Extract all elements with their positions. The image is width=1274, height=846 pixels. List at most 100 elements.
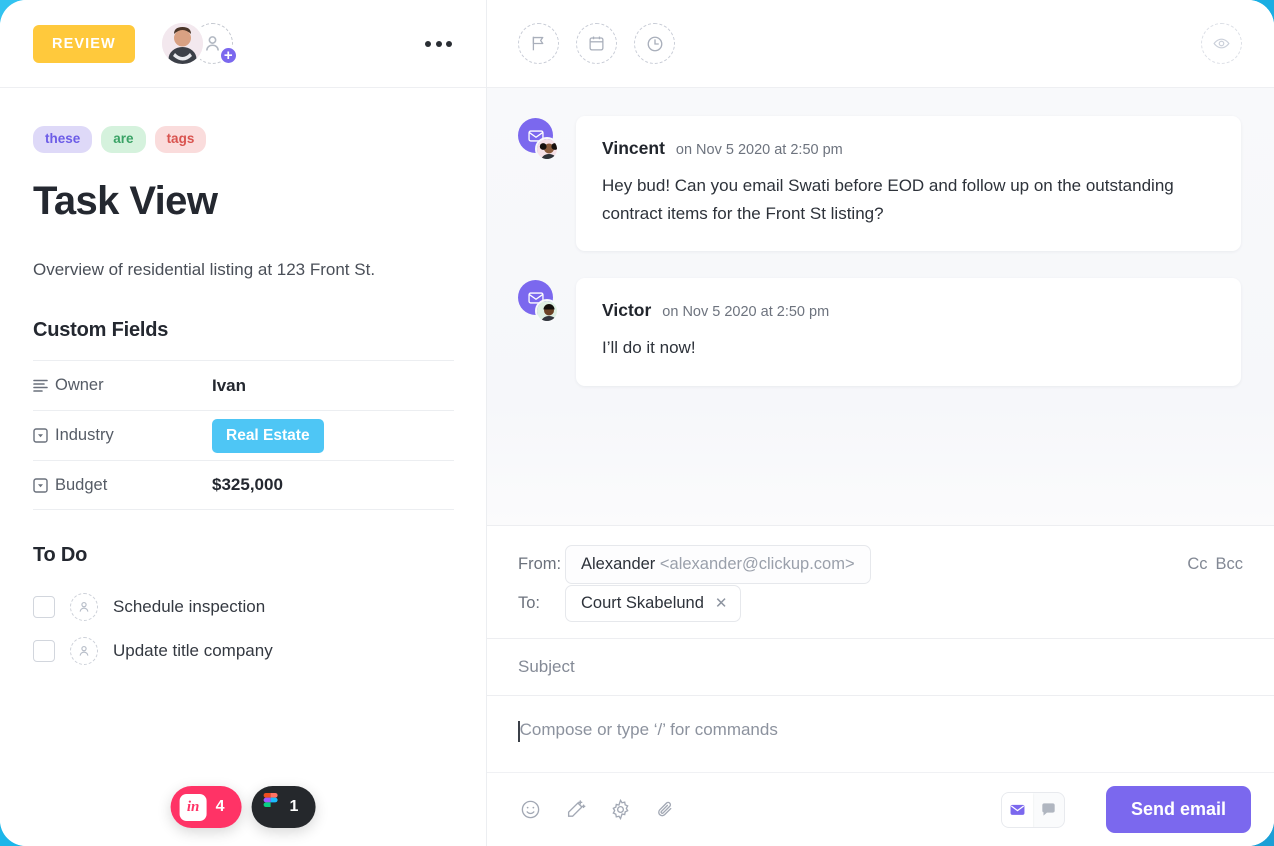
custom-field-row-owner[interactable]: Owner Ivan bbox=[33, 360, 454, 410]
composer-toolbar: Send email bbox=[487, 772, 1274, 846]
comment-author: Vincent bbox=[602, 138, 665, 158]
emoji-icon[interactable] bbox=[518, 798, 542, 822]
dropdown-icon bbox=[33, 478, 55, 493]
compose-mode-toggle[interactable] bbox=[1000, 791, 1065, 828]
address-block: From: Alexander <alexander@clickup.com> … bbox=[487, 526, 1274, 638]
subject-input[interactable] bbox=[518, 657, 1243, 677]
app-window: REVIEW + these are tags Task View Overvi… bbox=[0, 0, 1274, 846]
status-button[interactable]: REVIEW bbox=[33, 24, 135, 63]
commenter-avatar bbox=[535, 299, 559, 324]
assignee-group: + bbox=[161, 23, 238, 65]
dot bbox=[435, 40, 442, 47]
todo-section: To Do Schedule inspection Update title c… bbox=[33, 544, 453, 673]
from-label: From: bbox=[518, 555, 562, 573]
comment-item: Victor on Nov 5 2020 at 2:50 pm I’ll do … bbox=[518, 278, 1241, 386]
custom-field-value[interactable]: $325,000 bbox=[212, 475, 283, 495]
invision-logo-icon: in bbox=[179, 793, 207, 821]
todo-assignee-icon[interactable] bbox=[70, 637, 98, 666]
activity-toolbar bbox=[487, 0, 1274, 88]
task-body: these are tags Task View Overview of res… bbox=[0, 88, 486, 673]
subject-row[interactable] bbox=[487, 638, 1274, 696]
avatar[interactable] bbox=[161, 23, 203, 64]
todo-assignee-icon[interactable] bbox=[70, 593, 98, 622]
custom-field-value[interactable]: Ivan bbox=[212, 376, 246, 396]
list-item[interactable]: Update title company bbox=[33, 629, 453, 673]
floating-integration-badges: in 4 1 bbox=[170, 786, 316, 828]
custom-fields-table: Owner Ivan Industry Real Estate Budget $… bbox=[33, 360, 454, 511]
from-field[interactable]: Alexander <alexander@clickup.com> bbox=[565, 545, 871, 584]
to-row[interactable]: To: Court Skabelund ✕ bbox=[518, 584, 1243, 622]
custom-field-label: Owner bbox=[55, 376, 104, 395]
todo-heading: To Do bbox=[33, 544, 88, 567]
task-header: REVIEW + bbox=[0, 0, 486, 88]
add-icon: + bbox=[218, 46, 238, 65]
bcc-label[interactable]: Bcc bbox=[1215, 555, 1243, 574]
list-item[interactable]: Schedule inspection bbox=[33, 585, 453, 629]
task-description[interactable]: Overview of residential listing at 123 F… bbox=[33, 254, 381, 285]
body-row[interactable]: Compose or type ‘/’ for commands bbox=[487, 696, 1274, 772]
custom-field-value-chip[interactable]: Real Estate bbox=[212, 418, 324, 453]
custom-field-row-industry[interactable]: Industry Real Estate bbox=[33, 410, 454, 460]
from-email: <alexander@clickup.com> bbox=[659, 555, 855, 573]
task-detail-panel: REVIEW + these are tags Task View Overvi… bbox=[0, 0, 487, 846]
page-title: Task View bbox=[33, 178, 218, 223]
comment-author: Victor bbox=[602, 300, 652, 321]
invision-count: 4 bbox=[215, 798, 225, 815]
body-placeholder: Compose or type ‘/’ for commands bbox=[519, 720, 778, 739]
dot bbox=[446, 40, 452, 47]
from-row: From: Alexander <alexander@clickup.com> … bbox=[518, 545, 1243, 584]
tag-item[interactable]: tags bbox=[154, 126, 207, 153]
todo-label: Schedule inspection bbox=[113, 597, 266, 617]
email-composer: From: Alexander <alexander@clickup.com> … bbox=[487, 525, 1274, 846]
remove-recipient-icon[interactable]: ✕ bbox=[715, 594, 728, 612]
activity-panel: Vincent on Nov 5 2020 at 2:50 pm Hey bud… bbox=[487, 0, 1274, 846]
custom-field-label: Budget bbox=[55, 475, 108, 494]
todo-checkbox[interactable] bbox=[33, 596, 55, 619]
avatar-image bbox=[161, 23, 203, 64]
figma-count: 1 bbox=[289, 798, 299, 815]
comment-text: I’ll do it now! bbox=[602, 338, 696, 358]
from-name: Alexander bbox=[581, 555, 656, 573]
flag-icon[interactable] bbox=[518, 23, 559, 64]
comment-item: Vincent on Nov 5 2020 at 2:50 pm Hey bud… bbox=[518, 116, 1241, 252]
comment-text: Hey bud! Can you email Swati before EOD … bbox=[602, 176, 1174, 223]
tag-item[interactable]: are bbox=[101, 126, 146, 153]
commenter-avatar bbox=[535, 137, 559, 161]
custom-field-label: Industry bbox=[55, 426, 114, 445]
gear-icon[interactable] bbox=[608, 798, 632, 822]
custom-fields-heading: Custom Fields bbox=[33, 319, 169, 342]
paperclip-icon[interactable] bbox=[653, 798, 677, 822]
dropdown-icon bbox=[33, 428, 55, 444]
figma-logo-icon bbox=[261, 793, 281, 821]
dot bbox=[425, 40, 431, 47]
custom-field-row-budget[interactable]: Budget $325,000 bbox=[33, 460, 454, 511]
comment-bubble: Vincent on Nov 5 2020 at 2:50 pm Hey bud… bbox=[576, 116, 1241, 252]
email-icon bbox=[518, 280, 559, 324]
eye-icon[interactable] bbox=[1201, 23, 1242, 64]
comment-meta: Vincent on Nov 5 2020 at 2:50 pm bbox=[602, 138, 1215, 159]
cc-label[interactable]: Cc bbox=[1187, 555, 1207, 574]
todo-checkbox[interactable] bbox=[33, 640, 55, 663]
text-lines-icon bbox=[33, 379, 55, 393]
magic-wand-icon[interactable] bbox=[563, 798, 587, 822]
email-icon bbox=[518, 118, 559, 161]
clock-icon[interactable] bbox=[634, 23, 675, 64]
todo-label: Update title company bbox=[113, 641, 273, 661]
recipient-name: Court Skabelund bbox=[581, 593, 704, 612]
calendar-icon[interactable] bbox=[576, 23, 617, 64]
recipient-chip[interactable]: Court Skabelund ✕ bbox=[565, 584, 741, 622]
to-label: To: bbox=[518, 593, 541, 612]
tag-item[interactable]: these bbox=[33, 126, 93, 153]
comment-list: Vincent on Nov 5 2020 at 2:50 pm Hey bud… bbox=[487, 88, 1274, 525]
mode-email-button[interactable] bbox=[1001, 792, 1033, 827]
send-email-button[interactable]: Send email bbox=[1105, 786, 1251, 833]
comment-timestamp: on Nov 5 2020 at 2:50 pm bbox=[662, 304, 830, 321]
tag-list: these are tags bbox=[33, 126, 453, 153]
mode-comment-button[interactable] bbox=[1033, 793, 1064, 827]
comment-timestamp: on Nov 5 2020 at 2:50 pm bbox=[675, 142, 843, 158]
invision-badge[interactable]: in 4 bbox=[170, 786, 242, 828]
figma-badge[interactable]: 1 bbox=[251, 786, 316, 828]
comment-bubble: Victor on Nov 5 2020 at 2:50 pm I’ll do … bbox=[576, 278, 1241, 386]
cc-bcc-toggle[interactable]: Cc Bcc bbox=[1187, 555, 1243, 574]
more-options-button[interactable] bbox=[415, 31, 462, 57]
